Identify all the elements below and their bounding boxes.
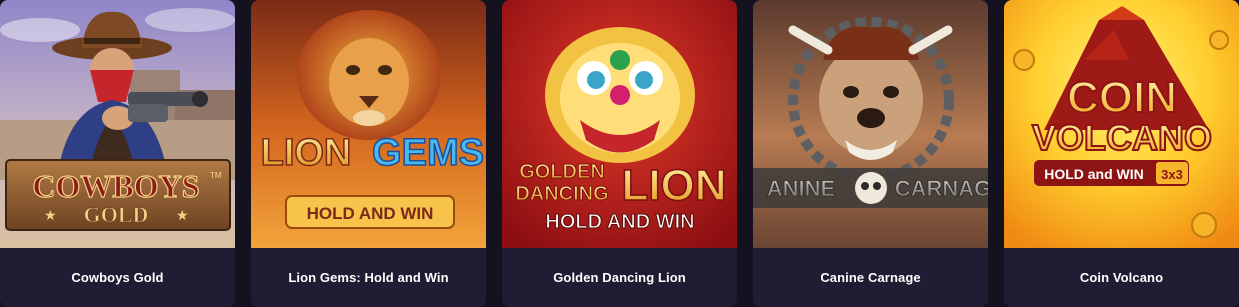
coin-volcano-logo-grid: 3x3 (1161, 167, 1183, 182)
golden-dancing-lion-logo-lion: LION (621, 161, 726, 210)
coin-volcano-artwork: COIN VOLCANO HOLD and WIN 3x3 (1004, 0, 1239, 248)
game-title[interactable]: Golden Dancing Lion (502, 248, 737, 307)
golden-dancing-lion-logo-subtitle: HOLD AND WIN (545, 211, 694, 233)
lion-gems-artwork: LION GEMS HOLD AND WIN (251, 0, 486, 248)
cowboys-gold-logo-line1: COWBOYS (32, 168, 199, 204)
game-thumbnail-lion-gems[interactable]: LION GEMS HOLD AND WIN (251, 0, 486, 248)
game-card-golden-dancing-lion[interactable]: GOLDEN DANCING LION HOLD AND WIN Golden … (502, 0, 737, 307)
lion-gems-logo-lion: LION (261, 132, 352, 174)
canine-carnage-logo-canine: ANINE (767, 176, 835, 201)
game-card-cowboys-gold[interactable]: COWBOYS TM GOLD ★ ★ Cowboys Gold (0, 0, 235, 307)
game-thumbnail-coin-volcano[interactable]: COIN VOLCANO HOLD and WIN 3x3 (1004, 0, 1239, 248)
game-thumbnail-golden-dancing-lion[interactable]: GOLDEN DANCING LION HOLD AND WIN (502, 0, 737, 248)
game-title[interactable]: Coin Volcano (1004, 248, 1239, 307)
coin-volcano-logo-subtitle: HOLD and WIN (1044, 166, 1144, 182)
lion-gems-logo-subtitle: HOLD AND WIN (307, 204, 434, 223)
golden-dancing-lion-logo-golden: GOLDEN (519, 161, 605, 183)
game-title[interactable]: Lion Gems: Hold and Win (251, 248, 486, 307)
game-thumbnail-cowboys-gold[interactable]: COWBOYS TM GOLD ★ ★ (0, 0, 235, 248)
coin-volcano-logo-volcano: VOLCANO (1032, 117, 1212, 158)
game-grid: COWBOYS TM GOLD ★ ★ Cowboys Gold LION GE… (0, 0, 1239, 307)
game-thumbnail-canine-carnage[interactable]: ANINE CARNAG (753, 0, 988, 248)
game-card-canine-carnage[interactable]: ANINE CARNAG Canine Carnage (753, 0, 988, 307)
game-title[interactable]: Cowboys Gold (0, 248, 235, 307)
game-card-lion-gems[interactable]: LION GEMS HOLD AND WIN Lion Gems: Hold a… (251, 0, 486, 307)
canine-carnage-logo-carnage: CARNAG (895, 176, 988, 201)
game-card-coin-volcano[interactable]: COIN VOLCANO HOLD and WIN 3x3 Coin Volca… (1004, 0, 1239, 307)
golden-dancing-lion-logo-dancing: DANCING (515, 183, 608, 205)
star-icon: ★ (176, 207, 189, 223)
cowboys-gold-logo-line2: GOLD (84, 202, 149, 227)
golden-dancing-lion-artwork: GOLDEN DANCING LION HOLD AND WIN (502, 0, 737, 248)
lion-gems-logo-gems: GEMS (372, 132, 484, 174)
cowboys-gold-artwork: COWBOYS TM GOLD ★ ★ (0, 0, 235, 248)
canine-carnage-artwork: ANINE CARNAG (753, 0, 988, 248)
coin-volcano-logo-coin: COIN (1067, 73, 1177, 122)
trademark-mark: TM (210, 171, 222, 180)
game-title[interactable]: Canine Carnage (753, 248, 988, 307)
star-icon: ★ (44, 207, 57, 223)
